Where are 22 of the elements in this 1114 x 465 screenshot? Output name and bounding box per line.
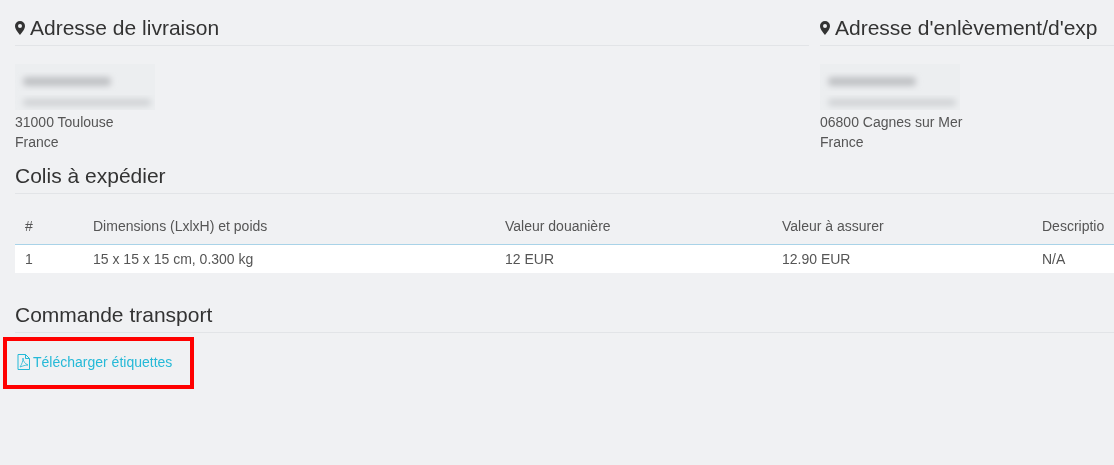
section-title: Commande transport <box>15 303 1114 333</box>
section-title: Adresse d'enlèvement/d'exp <box>835 16 1098 40</box>
column-header: Dimensions (LxlxH) et poids <box>92 218 269 234</box>
table-cell-text: 1 <box>24 251 34 267</box>
address-line: France <box>15 133 60 152</box>
column-header: Valeur douanière <box>504 218 612 234</box>
table-cell-text: 15 x 15 x 15 cm, 0.300 kg <box>92 251 255 267</box>
column-header: Descriptio <box>1041 218 1106 234</box>
column-header: # <box>24 218 34 234</box>
map-pin-icon <box>820 21 830 35</box>
pdf-file-icon <box>17 354 30 370</box>
download-link[interactable]: Télécharger étiquettes <box>17 354 173 370</box>
table-cell-text: N/A <box>1041 251 1067 267</box>
column-header: Valeur à assurer <box>781 218 885 234</box>
address-line: 06800 Cagnes sur Mer <box>820 113 964 132</box>
address-line: France <box>820 133 865 152</box>
section-title: Colis à expédier <box>15 164 1114 194</box>
section-title: Adresse de livraison <box>30 16 220 40</box>
table-cell-text: 12.90 EUR <box>781 251 852 267</box>
table-cell-text: 12 EUR <box>504 251 556 267</box>
address-line: 31000 Toulouse <box>15 113 115 132</box>
map-pin-icon <box>15 21 25 35</box>
